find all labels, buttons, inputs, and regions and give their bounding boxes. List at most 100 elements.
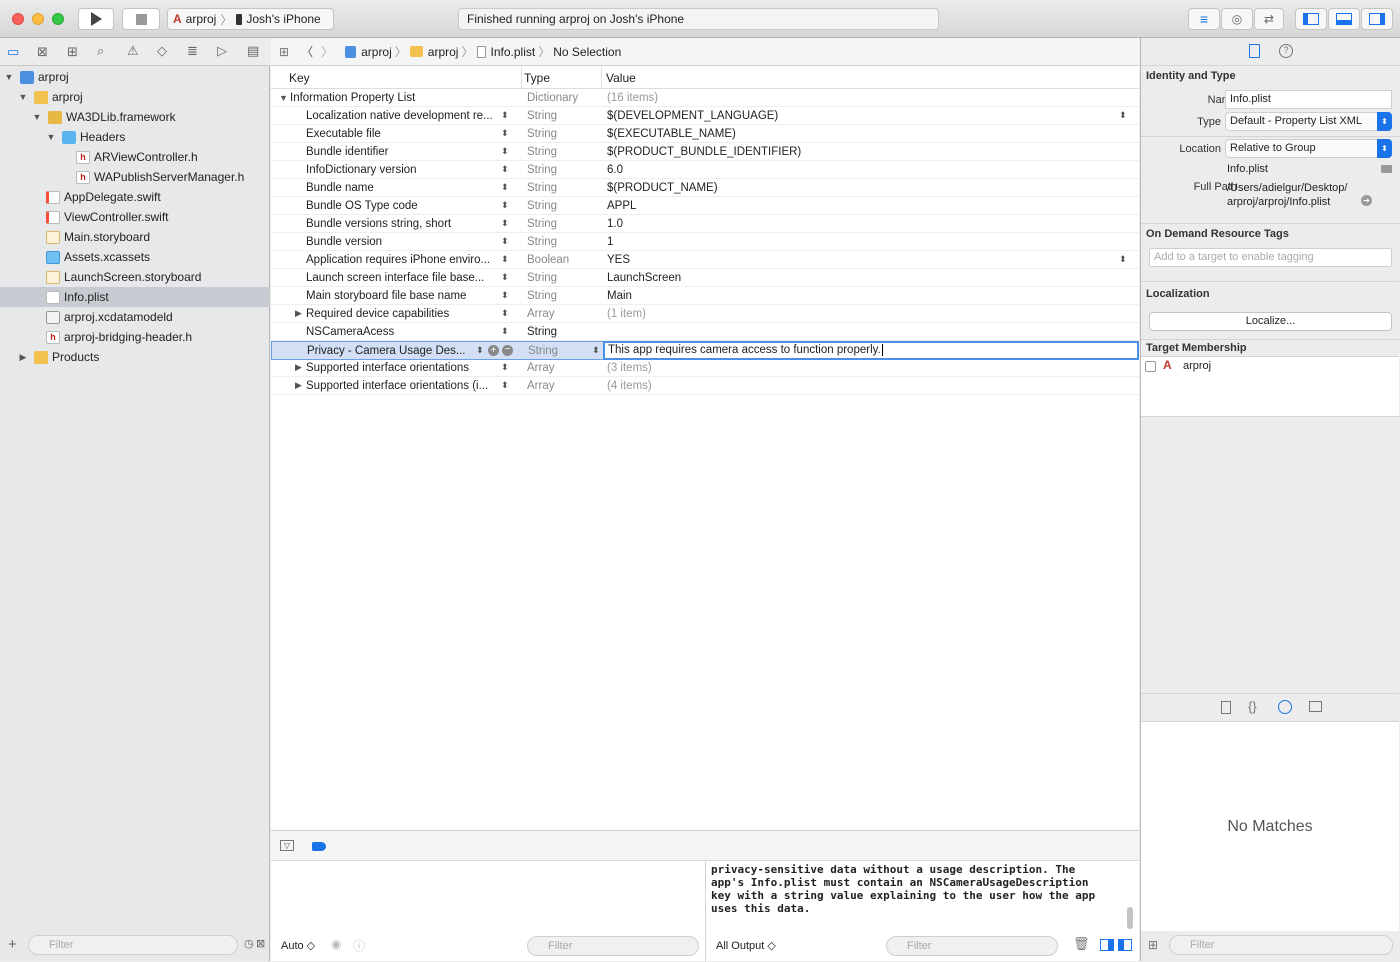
odr-tags-field[interactable]: Add to a target to enable tagging xyxy=(1149,248,1392,267)
plist-root-row[interactable]: ▼ Information Property List Dictionary (… xyxy=(271,89,1139,107)
localize-button[interactable]: Localize... xyxy=(1149,312,1392,331)
column-type[interactable]: Type xyxy=(524,71,550,85)
console-filter[interactable]: Filter xyxy=(886,936,1058,956)
source-control-icon[interactable]: ⊠ xyxy=(37,44,48,60)
library-filter[interactable]: Filter xyxy=(1169,935,1393,955)
value-popup-icon[interactable]: ⬍ xyxy=(1119,110,1127,121)
code-snippet-icon[interactable]: {} xyxy=(1248,699,1257,714)
close-window-button[interactable] xyxy=(12,13,24,25)
nav-item[interactable]: LaunchScreen.storyboard xyxy=(0,267,270,287)
symbol-navigator-icon[interactable]: ⊞ xyxy=(67,44,78,60)
nav-item[interactable]: AppDelegate.swift xyxy=(0,187,270,207)
assistant-editor-button[interactable]: ◎ xyxy=(1221,8,1253,30)
disclosure-down-icon[interactable]: ▼ xyxy=(18,92,28,102)
nav-item[interactable]: ViewController.swift xyxy=(0,207,270,227)
folder-icon[interactable] xyxy=(1381,165,1392,173)
nav-item[interactable]: ▼ arproj xyxy=(0,67,270,87)
key-stepper-icon[interactable]: ⬍ xyxy=(501,326,509,337)
hide-debug-icon[interactable]: ▽ xyxy=(280,840,294,851)
breadcrumb-file[interactable]: Info.plist xyxy=(491,45,536,59)
disclosure-right-icon[interactable]: ▶ xyxy=(295,362,302,373)
file-inspector-icon[interactable] xyxy=(1249,44,1260,58)
media-library-icon[interactable] xyxy=(1309,701,1322,712)
add-row-icon[interactable]: + xyxy=(488,345,499,356)
plist-row[interactable]: InfoDictionary version ⬍ String 6.0 xyxy=(271,161,1139,179)
key-stepper-icon[interactable]: ⬍ xyxy=(501,308,509,319)
plist-row[interactable]: ▶ Supported interface orientations ⬍ Array (… xyxy=(271,359,1139,377)
scheme-selector[interactable]: A arproj 〉 Josh's iPhone xyxy=(167,8,334,30)
debug-icon[interactable]: ≣ xyxy=(187,43,198,59)
plist-row[interactable]: NSCameraAcess ⬍ String xyxy=(271,323,1139,341)
nav-item[interactable]: ▶ Products xyxy=(0,347,270,367)
key-stepper-icon[interactable]: ⬍ xyxy=(501,362,509,373)
reveal-in-finder-icon[interactable]: ➔ xyxy=(1361,195,1372,206)
output-select[interactable]: All Output ◇ xyxy=(716,939,776,952)
nav-item[interactable]: Assets.xcassets xyxy=(0,247,270,267)
grid-view-icon[interactable]: ⊞ xyxy=(1148,938,1158,952)
disclosure-down-icon[interactable]: ▼ xyxy=(4,72,14,82)
value-edit-field[interactable]: This app requires camera access to funct… xyxy=(603,341,1139,360)
key-stepper-icon[interactable]: ⬍ xyxy=(501,218,509,229)
console-view-icon[interactable] xyxy=(1118,939,1132,951)
related-items-icon[interactable]: ⊞ xyxy=(279,45,289,59)
plist-row-selected[interactable]: Privacy - Camera Usage Des... ⬍ + − Stri… xyxy=(271,341,1139,360)
name-field[interactable]: Info.plist xyxy=(1225,90,1392,109)
key-stepper-icon[interactable]: ⬍ xyxy=(501,380,509,391)
standard-editor-button[interactable]: ≡ xyxy=(1188,8,1220,30)
info-icon[interactable]: ⓘ xyxy=(353,937,365,954)
variables-scope-select[interactable]: Auto ◇ xyxy=(281,939,315,952)
console-scrollbar[interactable] xyxy=(1127,907,1133,929)
key-stepper-icon[interactable]: ⬍ xyxy=(501,272,509,283)
nav-item[interactable]: ▼ arproj xyxy=(0,87,270,107)
minimize-window-button[interactable] xyxy=(32,13,44,25)
report-icon[interactable]: ▤ xyxy=(247,43,259,59)
breadcrumb-project[interactable]: arproj xyxy=(361,45,392,59)
toggle-navigator-button[interactable] xyxy=(1295,8,1327,30)
key-stepper-icon[interactable]: ⬍ xyxy=(501,200,509,211)
file-template-icon[interactable] xyxy=(1221,701,1231,714)
plist-row[interactable]: Bundle OS Type code ⬍ String APPL xyxy=(271,197,1139,215)
key-stepper-icon[interactable]: ⬍ xyxy=(501,128,509,139)
nav-item[interactable]: h arproj-bridging-header.h xyxy=(0,327,270,347)
type-popup-icon[interactable]: ⬍ xyxy=(592,345,600,356)
quick-help-icon[interactable]: ? xyxy=(1279,44,1293,58)
eye-icon[interactable]: ◉ xyxy=(331,937,341,951)
breakpoint-icon[interactable]: ▷ xyxy=(217,43,227,59)
breadcrumb-group[interactable]: arproj xyxy=(428,45,459,59)
plist-row[interactable]: Launch screen interface file base... ⬍ Str… xyxy=(271,269,1139,287)
nav-item[interactable]: Main.storyboard xyxy=(0,227,270,247)
plist-row[interactable]: ▶ Supported interface orientations (i... ⬍… xyxy=(271,377,1139,395)
toggle-inspector-button[interactable] xyxy=(1361,8,1393,30)
back-arrow-icon[interactable]: 〈 xyxy=(301,43,313,60)
forward-arrow-icon[interactable]: 〉 xyxy=(321,43,333,60)
key-stepper-icon[interactable]: ⬍ xyxy=(501,254,509,265)
file-type-select[interactable]: Default - Property List XML ⬍ xyxy=(1225,112,1392,131)
key-stepper-icon[interactable]: ⬍ xyxy=(476,345,484,356)
location-select[interactable]: Relative to Group ⬍ xyxy=(1225,139,1392,158)
nav-item-selected[interactable]: Info.plist xyxy=(0,287,270,307)
column-key[interactable]: Key xyxy=(289,71,310,85)
disclosure-right-icon[interactable]: ▶ xyxy=(295,308,302,319)
plist-row[interactable]: Bundle identifier ⬍ String $(PRODUCT_BUNDLE… xyxy=(271,143,1139,161)
disclosure-right-icon[interactable]: ▶ xyxy=(18,352,28,363)
variables-view-icon[interactable] xyxy=(1100,939,1114,951)
nav-item[interactable]: h ARViewController.h xyxy=(0,147,270,167)
disclosure-right-icon[interactable]: ▶ xyxy=(295,380,302,391)
key-stepper-icon[interactable]: ⬍ xyxy=(501,236,509,247)
breakpoints-toggle-icon[interactable] xyxy=(312,842,326,851)
plist-row[interactable]: Bundle versions string, short ⬍ String 1.0 xyxy=(271,215,1139,233)
key-stepper-icon[interactable]: ⬍ xyxy=(501,164,509,175)
run-button[interactable] xyxy=(78,8,114,30)
plist-row[interactable]: Main storyboard file base name ⬍ String Mai… xyxy=(271,287,1139,305)
find-icon[interactable]: ⌕ xyxy=(97,43,104,59)
object-library-icon[interactable] xyxy=(1278,700,1292,714)
breadcrumb-selection[interactable]: No Selection xyxy=(553,45,621,59)
plist-row[interactable]: Bundle version ⬍ String 1 xyxy=(271,233,1139,251)
nav-item[interactable]: ▼ Headers xyxy=(0,127,270,147)
zoom-window-button[interactable] xyxy=(52,13,64,25)
disclosure-down-icon[interactable]: ▼ xyxy=(32,112,42,122)
value-popup-icon[interactable]: ⬍ xyxy=(1119,254,1127,265)
key-stepper-icon[interactable]: ⬍ xyxy=(501,110,509,121)
plist-row[interactable]: Bundle name ⬍ String $(PRODUCT_NAME) xyxy=(271,179,1139,197)
nav-item[interactable]: arproj.xcdatamodeld xyxy=(0,307,270,327)
